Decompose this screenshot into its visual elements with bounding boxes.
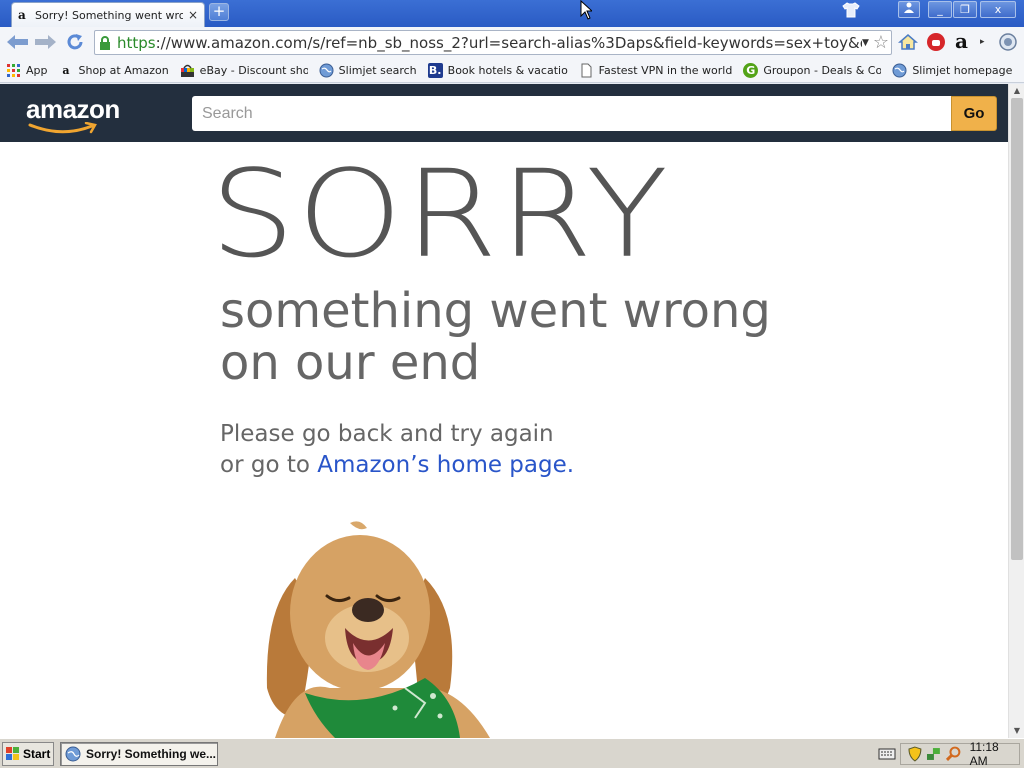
- amazon-header: amazon Go: [0, 84, 1008, 142]
- globe-icon: [892, 63, 907, 77]
- error-message-prefix: or go to: [220, 452, 318, 478]
- windows-logo-icon: [6, 747, 19, 760]
- go-button[interactable]: Go: [951, 96, 997, 131]
- groupon-icon: G: [743, 62, 759, 78]
- error-subline: something went wrong: [220, 283, 771, 339]
- keyboard-icon[interactable]: [878, 747, 896, 761]
- security-shield-icon[interactable]: [907, 746, 923, 762]
- ebay-icon: [180, 64, 194, 77]
- page-icon: [581, 63, 592, 77]
- search-input[interactable]: [192, 96, 952, 131]
- reload-icon[interactable]: [66, 33, 84, 51]
- url-text[interactable]: https://www.amazon.com/s/ref=nb_sb_noss_…: [117, 34, 862, 52]
- browser-tab[interactable]: a Sorry! Something went wron ×: [11, 2, 205, 27]
- scrollbar-thumb[interactable]: [1011, 98, 1023, 560]
- bookmark-amazon[interactable]: a Shop at Amazon: [59, 63, 169, 78]
- bookmarks-bar: App a Shop at Amazon eBay - Discount sho…: [0, 58, 1024, 83]
- amazon-icon: a: [62, 63, 70, 77]
- error-message: or go to Amazon’s home page.: [220, 450, 574, 480]
- settings-globe-icon[interactable]: [998, 32, 1018, 52]
- browser-titlebar: a Sorry! Something went wron × + _ ❐ x: [0, 0, 1024, 27]
- minimize-button[interactable]: _: [928, 1, 952, 18]
- globe-icon: [319, 63, 334, 77]
- bookmark-vpn[interactable]: Fastest VPN in the world: [579, 63, 733, 78]
- sorry-headline: SORRY: [210, 144, 671, 285]
- error-message: Please go back and try again: [220, 421, 554, 447]
- bookmark-label: Book hotels & vacation r: [447, 63, 568, 77]
- close-window-button[interactable]: x: [980, 1, 1016, 18]
- browser-globe-icon: [65, 746, 81, 762]
- apps-grid-icon: [7, 63, 20, 77]
- scroll-down-arrow-icon[interactable]: ▼: [1009, 724, 1024, 738]
- tab-close-button[interactable]: ×: [188, 8, 198, 22]
- bookmark-label: Groupon - Deals & Coup: [763, 63, 882, 77]
- bookmark-label: eBay - Discount shoppin: [199, 63, 308, 77]
- bookmark-label: Slimjet homepage: [912, 63, 1013, 77]
- address-bar[interactable]: https://www.amazon.com/s/ref=nb_sb_noss_…: [94, 30, 892, 55]
- new-tab-button[interactable]: +: [209, 3, 229, 21]
- url-dropdown-icon[interactable]: ▼: [862, 38, 869, 48]
- page-viewport: amazon Go SORRY something went wrong on …: [0, 84, 1008, 738]
- system-tray: 11:18 AM: [900, 740, 1020, 768]
- bookmark-label: Fastest VPN in the world: [598, 63, 733, 77]
- user-icon: [904, 2, 914, 13]
- browser-toolbar: https://www.amazon.com/s/ref=nb_sb_noss_…: [0, 27, 1024, 58]
- mouse-cursor-icon: [580, 0, 592, 20]
- back-arrow-icon[interactable]: [7, 35, 29, 49]
- golden-retriever-image: [266, 521, 490, 738]
- amazon-smile-icon: [28, 122, 97, 134]
- bookmark-label: App: [26, 63, 48, 77]
- taskbar-browser-item[interactable]: Sorry! Something we...: [60, 742, 218, 766]
- tab-title: Sorry! Something went wron: [35, 8, 183, 22]
- taskbar-item-label: Sorry! Something we...: [86, 747, 217, 761]
- restore-button[interactable]: ❐: [953, 1, 977, 18]
- amazon-home-link[interactable]: Amazon’s home page.: [317, 452, 574, 478]
- windows-taskbar: Start Sorry! Something we... 11:18 AM: [0, 738, 1024, 768]
- theme-shirt-icon[interactable]: [842, 2, 860, 18]
- amazon-favicon-icon: a: [18, 8, 26, 22]
- lock-icon: [100, 35, 110, 50]
- taskbar-clock: 11:18 AM: [969, 740, 999, 768]
- error-subline: on our end: [220, 335, 481, 391]
- scroll-up-arrow-icon[interactable]: ▲: [1009, 84, 1024, 98]
- start-label: Start: [23, 747, 51, 761]
- bookmark-slimjet-homepage[interactable]: Slimjet homepage: [892, 63, 1012, 78]
- profile-button[interactable]: [898, 1, 920, 18]
- network-icon[interactable]: [926, 746, 942, 762]
- bookmark-groupon[interactable]: G Groupon - Deals & Coup: [743, 62, 882, 78]
- amazon-logo[interactable]: amazon: [26, 94, 136, 134]
- adblock-stop-icon[interactable]: [926, 32, 946, 52]
- bookmark-booking[interactable]: B. Book hotels & vacation r: [427, 62, 568, 78]
- bookmark-ebay[interactable]: eBay - Discount shoppin: [180, 63, 308, 78]
- booking-icon: B.: [427, 62, 443, 78]
- start-button[interactable]: Start: [2, 742, 54, 766]
- home-icon[interactable]: [898, 32, 918, 52]
- bookmark-slimjet-search[interactable]: Slimjet search: [319, 63, 417, 78]
- forward-arrow-icon[interactable]: [34, 35, 56, 49]
- extensions-chevron-icon[interactable]: ▸: [980, 32, 990, 52]
- bookmark-label: Shop at Amazon: [78, 63, 169, 77]
- search-magnifier-icon[interactable]: [945, 746, 961, 762]
- amazon-logo-text: amazon: [26, 94, 120, 124]
- bookmark-label: Slimjet search: [338, 63, 417, 77]
- vertical-scrollbar[interactable]: ▲ ▼: [1008, 84, 1024, 738]
- bookmark-apps[interactable]: App: [6, 63, 48, 78]
- amazon-extension-icon[interactable]: a: [955, 31, 975, 52]
- bookmark-star-icon[interactable]: ☆: [873, 32, 889, 53]
